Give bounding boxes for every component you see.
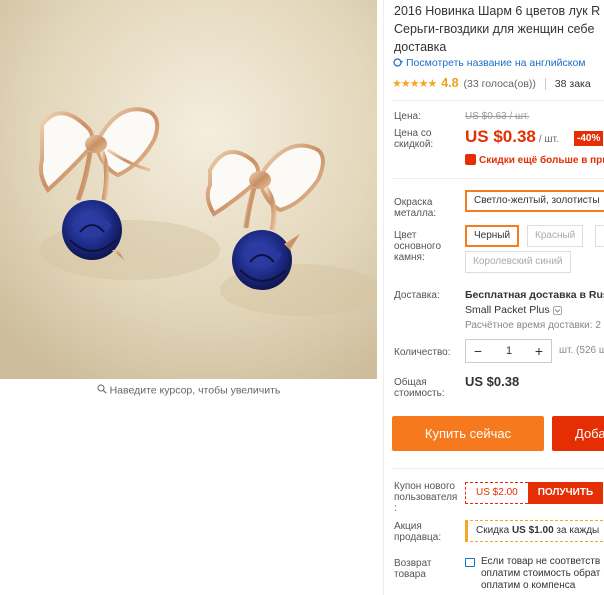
price-value: US $0.38 <box>465 127 536 146</box>
stone-option-red[interactable]: Красный <box>527 225 584 247</box>
seller-promo-label: Акция продавца: <box>394 521 442 543</box>
price-label: Цена: <box>394 111 421 122</box>
returns-info: Если товар не соответств оплатим стоимос… <box>465 556 600 592</box>
new-user-coupon-label: Купон нового пользователя : <box>394 481 458 514</box>
total-price: US $0.38 <box>465 374 520 389</box>
old-price: US $0.63 / шт. <box>465 111 530 122</box>
product-gallery: Наведите курсор, чтобы увеличить <box>0 0 377 595</box>
shipping-label: Доставка: <box>394 290 440 301</box>
product-title-line: Серьги-гвоздики для женщин себе <box>394 22 595 36</box>
stone-option-black[interactable]: Черный <box>465 225 520 247</box>
translate-link-text: Посмотреть название на английском <box>406 57 586 69</box>
current-price: US $0.38/ шт. <box>465 127 559 147</box>
divider <box>392 468 604 469</box>
quantity-stepper: − 1 + <box>465 339 552 363</box>
shipping-method-select[interactable]: Small Packet Plus <box>465 303 604 318</box>
stone-color-label: Цвет основного камня: <box>394 230 442 263</box>
discount-price-label: Цена со скидкой: <box>394 128 434 150</box>
returns-label: Возврат товара <box>394 558 432 580</box>
seller-promo-text: Скидка <box>476 525 512 536</box>
product-title-line: доставка <box>394 40 447 54</box>
discount-badge: -40% <box>574 131 604 146</box>
product-image[interactable] <box>0 0 377 379</box>
shipping-line: Бесплатная доставка в Rus <box>465 289 604 301</box>
quantity-increase-button[interactable]: + <box>527 343 551 359</box>
orders-count: 38 зака <box>554 78 591 90</box>
stock-info: шт. (526 ш <box>559 345 604 356</box>
votes-link[interactable]: (33 голоса(ов)) <box>464 78 536 90</box>
get-coupon-button[interactable]: ПОЛУЧИТЬ <box>527 482 604 504</box>
add-to-cart-button[interactable]: Доба <box>552 416 604 451</box>
metal-color-option-selected[interactable]: Светло-желтый, золотисты <box>465 190 604 212</box>
quantity-decrease-button[interactable]: − <box>466 343 490 359</box>
return-policy-icon <box>465 558 475 567</box>
buy-now-button[interactable]: Купить сейчас <box>392 416 544 451</box>
rating-row: ★★★★★ 4.8 (33 голоса(ов)) 38 зака <box>392 76 604 94</box>
rating-value: 4.8 <box>441 76 459 90</box>
translate-icon <box>392 57 403 71</box>
zoom-hint-text: Наведите курсор, чтобы увеличить <box>109 384 281 397</box>
returns-line: оплатим стоимость обрат <box>481 568 601 579</box>
quantity-input[interactable]: 1 <box>490 345 527 357</box>
magnifier-icon <box>96 384 107 397</box>
seller-promo-amount: US $1.00 <box>511 525 554 536</box>
chevron-down-icon <box>552 305 562 315</box>
shipping-method: Small Packet Plus <box>465 304 550 316</box>
rating-divider <box>544 78 546 91</box>
stone-option-royal-blue[interactable]: Королевский синий <box>465 251 571 273</box>
stone-option-more[interactable] <box>595 225 604 247</box>
app-promo-text: Скидки ещё больше в при <box>479 155 604 166</box>
seller-promo-text: за кажды <box>553 525 600 536</box>
product-title: 2016 Новинка Шарм 6 цветов лук R Серьги-… <box>394 2 604 56</box>
divider <box>392 100 604 101</box>
product-title-line: 2016 Новинка Шарм 6 цветов лук R <box>394 4 601 18</box>
divider <box>392 178 604 179</box>
price-unit: / шт. <box>538 134 559 145</box>
earrings-photo <box>0 0 377 379</box>
total-label: Общая стоимость: <box>394 377 445 399</box>
translate-title-link[interactable]: Посмотреть название на английском <box>392 57 586 71</box>
returns-line: Если товар не соответств <box>481 556 601 567</box>
mobile-app-icon <box>465 154 476 165</box>
quantity-label: Количество: <box>394 347 451 358</box>
product-info: 2016 Новинка Шарм 6 цветов лук R Серьги-… <box>383 0 604 595</box>
returns-line: оплатим о компенса <box>481 580 576 591</box>
metal-color-label: Окраска металла: <box>394 197 437 219</box>
app-promo-link[interactable]: Скидки ещё больше в при <box>465 154 604 166</box>
coupon-amount: US $2.00 <box>465 482 528 504</box>
delivery-estimate: Расчётное время доставки: 2 <box>465 320 601 331</box>
seller-promo[interactable]: Скидка US $1.00 за кажды <box>465 520 604 542</box>
star-rating-icon: ★★★★★ <box>392 78 437 90</box>
shipping-info: Бесплатная доставка в Rus Small Packet P… <box>465 288 604 333</box>
new-user-coupon: US $2.00 ПОЛУЧИТЬ <box>465 482 604 504</box>
product-page: Наведите курсор, чтобы увеличить 2016 Но… <box>0 0 604 595</box>
zoom-hint: Наведите курсор, чтобы увеличить <box>0 384 377 397</box>
